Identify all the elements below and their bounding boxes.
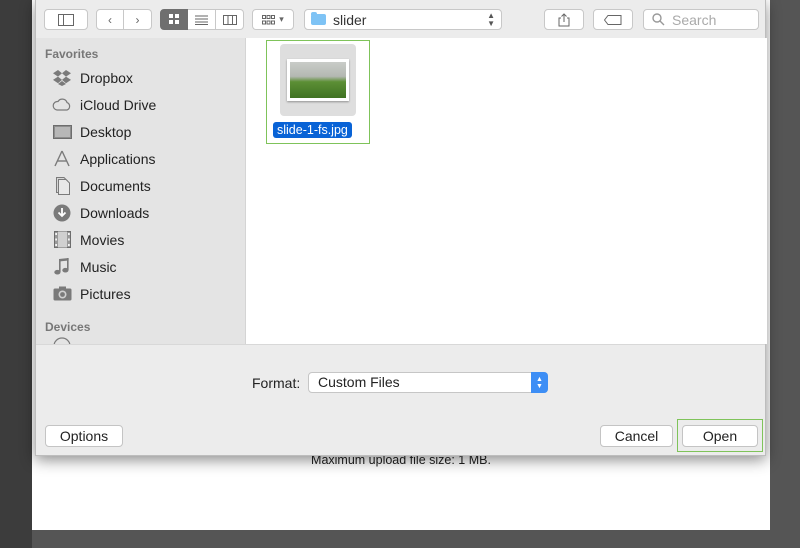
folder-icon xyxy=(311,12,326,25)
file-browser: slide-1-fs.jpg xyxy=(246,38,767,344)
applications-icon xyxy=(52,150,72,168)
pictures-icon xyxy=(52,285,72,303)
disk-icon xyxy=(52,337,72,344)
chevron-left-icon: ‹ xyxy=(108,12,112,27)
dropbox-icon xyxy=(52,69,72,87)
sidebar-item-label: iCloud Drive xyxy=(80,96,157,113)
open-file-dialog: ‹ › ▾ slider ▲ ▼ Search Favorites Dropbo… xyxy=(35,0,767,456)
format-label: Format: xyxy=(252,375,301,391)
sidebar-item-movies[interactable]: Movies xyxy=(36,226,245,253)
chevron-right-icon: › xyxy=(135,12,140,27)
updown-arrows-icon: ▲ ▼ xyxy=(531,372,548,393)
sidebar-toggle-button[interactable] xyxy=(44,9,88,30)
column-view-button[interactable] xyxy=(216,9,244,30)
format-bar: Format: Custom Files ▲ ▼ xyxy=(36,344,765,410)
nav-buttons: ‹ › xyxy=(96,9,152,30)
forward-button[interactable]: › xyxy=(124,9,152,30)
format-select[interactable]: Custom Files ▲ ▼ xyxy=(308,372,548,393)
image-thumbnail-icon xyxy=(287,59,349,101)
sidebar-item-pictures[interactable]: Pictures xyxy=(36,280,245,307)
sidebar-item-music[interactable]: Music xyxy=(36,253,245,280)
arrange-icon xyxy=(262,14,276,24)
search-field[interactable]: Search xyxy=(643,9,759,30)
sidebar-item-device[interactable] xyxy=(36,337,245,344)
background-sidebar xyxy=(0,0,32,548)
desktop-icon xyxy=(52,123,72,141)
grid-icon xyxy=(168,14,179,24)
search-icon xyxy=(652,13,665,26)
tag-icon xyxy=(604,14,622,25)
share-icon xyxy=(558,12,570,26)
file-name: slide-1-fs.jpg xyxy=(273,122,352,138)
search-placeholder: Search xyxy=(672,11,717,28)
finder-sidebar: Favorites Dropbox iCloud Drive Desktop A… xyxy=(36,38,246,344)
cloud-icon xyxy=(52,96,72,114)
columns-icon xyxy=(222,14,237,25)
music-icon xyxy=(52,257,72,276)
tags-button[interactable] xyxy=(593,9,633,30)
file-thumbnail xyxy=(280,44,356,116)
dialog-toolbar: ‹ › ▾ slider ▲ ▼ Search xyxy=(36,0,765,39)
list-icon xyxy=(195,15,208,25)
share-button[interactable] xyxy=(544,9,584,30)
sidebar-item-label: Desktop xyxy=(80,123,132,140)
path-popup[interactable]: slider ▲ ▼ xyxy=(304,9,502,30)
sidebar-item-icloud-drive[interactable]: iCloud Drive xyxy=(36,91,245,118)
list-view-button[interactable] xyxy=(188,9,216,30)
cancel-button[interactable]: Cancel xyxy=(600,425,673,447)
sidebar-item-label: Movies xyxy=(80,231,125,248)
arrange-button[interactable]: ▾ xyxy=(252,9,294,30)
documents-icon xyxy=(52,176,72,195)
sidebar-item-label: Music xyxy=(80,258,117,275)
sidebar-toggle-icon xyxy=(58,13,74,26)
favorites-heading: Favorites xyxy=(45,47,99,61)
back-button[interactable]: ‹ xyxy=(96,9,124,30)
sidebar-item-applications[interactable]: Applications xyxy=(36,145,245,172)
updown-arrows-icon: ▲ ▼ xyxy=(487,11,495,28)
sidebar-item-label: Applications xyxy=(80,150,156,167)
movies-icon xyxy=(52,231,72,249)
sidebar-item-desktop[interactable]: Desktop xyxy=(36,118,245,145)
downloads-icon xyxy=(52,204,72,222)
icon-view-button[interactable] xyxy=(160,9,188,30)
sidebar-item-label: Pictures xyxy=(80,285,131,302)
sidebar-item-documents[interactable]: Documents xyxy=(36,172,245,199)
open-button[interactable]: Open xyxy=(682,425,758,447)
chevron-down-icon: ▾ xyxy=(279,14,284,24)
devices-heading: Devices xyxy=(45,320,91,334)
file-item[interactable]: slide-1-fs.jpg xyxy=(266,40,370,144)
view-mode-buttons xyxy=(160,9,244,30)
sidebar-item-downloads[interactable]: Downloads xyxy=(36,199,245,226)
sidebar-item-label: Downloads xyxy=(80,204,150,221)
path-folder-label: slider xyxy=(333,11,367,28)
format-value: Custom Files xyxy=(318,374,400,390)
sidebar-item-label: Documents xyxy=(80,177,151,194)
options-button[interactable]: Options xyxy=(45,425,123,447)
sidebar-item-label: Dropbox xyxy=(80,69,133,86)
sidebar-item-dropbox[interactable]: Dropbox xyxy=(36,64,245,91)
